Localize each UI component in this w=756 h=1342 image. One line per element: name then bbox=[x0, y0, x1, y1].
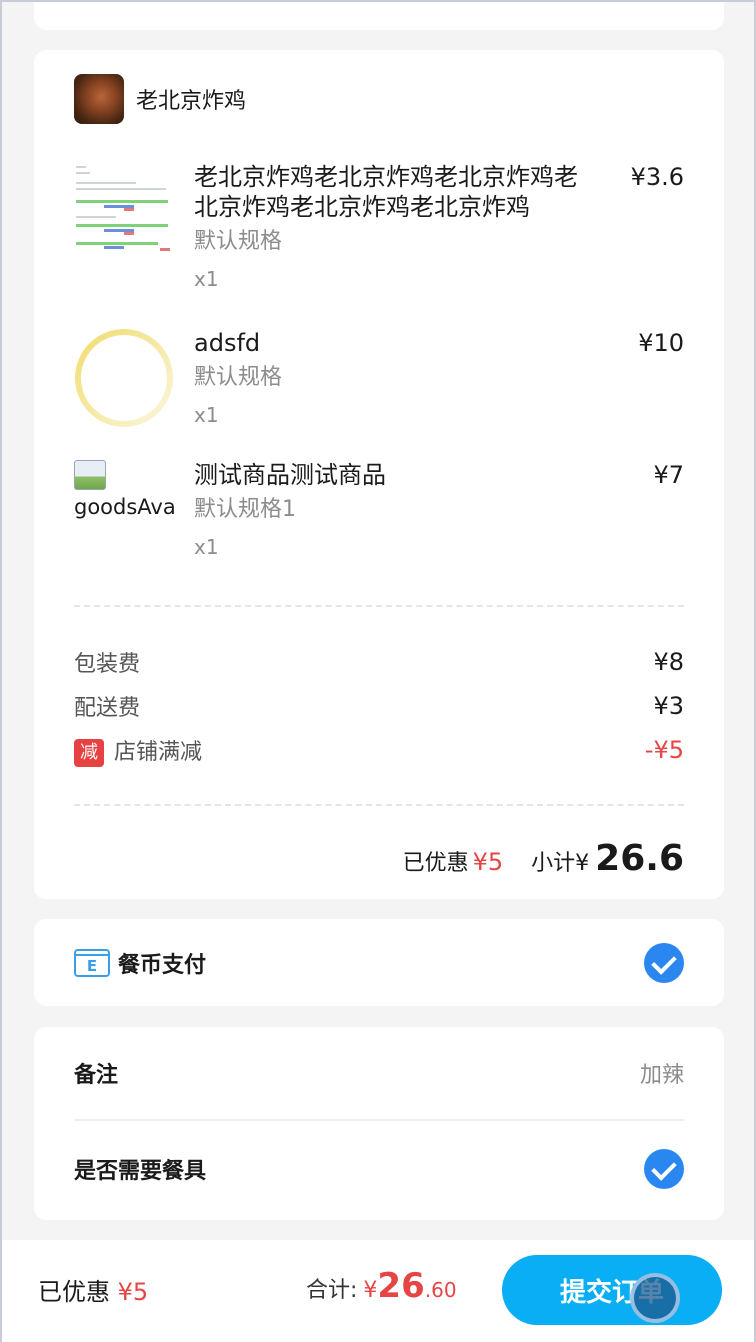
touch-cursor-icon bbox=[630, 1273, 680, 1323]
goods-price: ¥7 bbox=[653, 461, 684, 489]
divider bbox=[74, 804, 684, 806]
bottom-discount: 已优惠 ¥5 bbox=[38, 1272, 148, 1307]
broken-image-icon: goodsAvatar bbox=[74, 460, 174, 560]
shop-discount-value: -¥5 bbox=[644, 736, 684, 764]
payment-label: 餐币支付 bbox=[118, 952, 207, 978]
shop-header[interactable]: 老北京炸鸡 bbox=[74, 74, 246, 124]
subtotal-label: 小计 bbox=[531, 851, 576, 876]
goods-item: adsfd 默认规格 x1 ¥10 bbox=[74, 328, 684, 438]
tableware-row[interactable]: 是否需要餐具 bbox=[74, 1123, 684, 1215]
meal-coin-icon: E bbox=[74, 948, 110, 977]
goods-item: 老北京炸鸡老北京炸鸡老北京炸鸡老北京炸鸡老北京炸鸡老北京炸鸡 默认规格 x1 ¥… bbox=[74, 162, 684, 302]
order-card: 老北京炸鸡 老北京炸鸡老北京炸鸡老北京炸鸡老北京炸鸡老北京炸鸡老北京炸鸡 默认规… bbox=[34, 50, 724, 899]
image-alt-text: goodsAvatar bbox=[74, 495, 174, 519]
subtotal: 已优惠 ¥5 小计 ¥ 26.6 bbox=[403, 838, 684, 879]
goods-name: 老北京炸鸡老北京炸鸡老北京炸鸡老北京炸鸡老北京炸鸡老北京炸鸡 bbox=[194, 163, 578, 221]
packing-fee-value: ¥8 bbox=[653, 648, 684, 676]
loading-spinner-icon bbox=[74, 328, 174, 428]
subtotal-discount-label: 已优惠 bbox=[402, 851, 469, 876]
app-frame: 老北京炸鸡 老北京炸鸡老北京炸鸡老北京炸鸡老北京炸鸡老北京炸鸡老北京炸鸡 默认规… bbox=[0, 0, 756, 1342]
goods-spec: 默认规格 bbox=[194, 365, 283, 390]
goods-thumbnail bbox=[74, 162, 174, 262]
total-label: 合计: bbox=[306, 1278, 358, 1303]
tableware-checked-icon[interactable] bbox=[644, 1149, 684, 1189]
total-decimal: .60 bbox=[424, 1278, 457, 1302]
shop-avatar bbox=[74, 74, 124, 124]
note-card: 备注 加辣 是否需要餐具 bbox=[34, 1027, 724, 1220]
discount-badge-icon: 减 bbox=[74, 738, 104, 767]
bottom-discount-label: 已优惠 bbox=[38, 1278, 110, 1306]
goods-name: adsfd bbox=[194, 329, 261, 357]
delivery-fee-row: 配送费 ¥3 bbox=[74, 690, 684, 722]
packing-fee-row: 包装费 ¥8 bbox=[74, 646, 684, 678]
goods-price: ¥3.6 bbox=[630, 163, 684, 191]
bottom-discount-value: ¥5 bbox=[117, 1278, 149, 1306]
goods-name: 测试商品测试商品 bbox=[194, 461, 386, 489]
total-currency: ¥ bbox=[363, 1278, 378, 1303]
delivery-fee-label: 配送费 bbox=[74, 696, 141, 721]
submit-order-button[interactable]: 提交订单 bbox=[502, 1255, 722, 1325]
payment-option[interactable]: E 餐币支付 bbox=[74, 919, 684, 1006]
goods-qty: x1 bbox=[194, 535, 219, 559]
bottom-total: 合计: ¥ 26 .60 bbox=[306, 1266, 457, 1306]
note-value: 加辣 bbox=[639, 1063, 684, 1088]
divider bbox=[74, 1119, 684, 1121]
total-integer: 26 bbox=[377, 1266, 425, 1306]
delivery-fee-value: ¥3 bbox=[653, 692, 684, 720]
goods-qty: x1 bbox=[194, 403, 219, 427]
tableware-label: 是否需要餐具 bbox=[74, 1159, 207, 1184]
note-row[interactable]: 备注 加辣 bbox=[74, 1027, 684, 1119]
goods-spec: 默认规格 bbox=[194, 229, 283, 254]
subtotal-discount-value: ¥5 bbox=[472, 848, 504, 876]
goods-qty: x1 bbox=[194, 267, 219, 291]
divider bbox=[74, 605, 684, 607]
goods-item: goodsAvatar 测试商品测试商品 默认规格1 x1 ¥7 bbox=[74, 460, 684, 570]
note-label: 备注 bbox=[74, 1063, 119, 1088]
shop-discount-label: 店铺满减 bbox=[114, 739, 203, 765]
packing-fee-label: 包装费 bbox=[74, 652, 141, 677]
payment-checked-icon[interactable] bbox=[644, 942, 684, 983]
goods-price: ¥10 bbox=[638, 329, 684, 357]
goods-spec: 默认规格1 bbox=[194, 497, 296, 522]
subtotal-value: 26.6 bbox=[595, 838, 684, 879]
payment-card: E 餐币支付 bbox=[34, 919, 724, 1006]
shop-name: 老北京炸鸡 bbox=[136, 89, 247, 114]
shop-discount-row: 减店铺满减 -¥5 bbox=[74, 734, 684, 767]
subtotal-currency: ¥ bbox=[575, 851, 590, 876]
previous-card bbox=[34, 2, 724, 30]
